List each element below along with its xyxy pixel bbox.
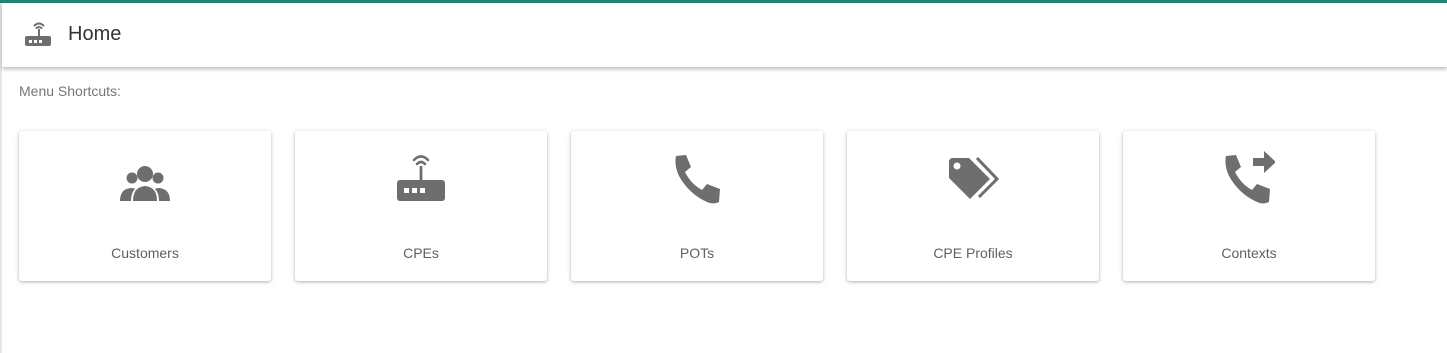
menu-shortcuts-label: Menu Shortcuts: — [19, 83, 121, 99]
shortcut-card-label: CPEs — [403, 245, 439, 261]
page-title: Home — [68, 23, 122, 45]
shortcut-card-cpe-profiles[interactable]: CPE Profiles — [847, 131, 1099, 281]
shortcut-card-contexts[interactable]: Contexts — [1123, 131, 1375, 281]
shortcut-card-label: Customers — [111, 245, 179, 261]
router-icon — [395, 151, 447, 207]
tags-icon — [947, 151, 1000, 207]
shortcut-card-customers[interactable]: Customers — [19, 131, 271, 281]
shortcut-card-label: Contexts — [1221, 245, 1277, 261]
shortcut-card-pots[interactable]: POTs — [571, 131, 823, 281]
shortcut-card-label: CPE Profiles — [933, 245, 1013, 261]
shortcut-card-label: POTs — [679, 245, 715, 261]
app-header: Home — [2, 3, 1447, 67]
router-icon — [22, 18, 54, 50]
shortcut-card-cpes[interactable]: CPEs — [295, 131, 547, 281]
phone-forward-icon — [1223, 151, 1276, 207]
customers-icon — [119, 151, 171, 207]
phone-icon — [671, 151, 723, 207]
